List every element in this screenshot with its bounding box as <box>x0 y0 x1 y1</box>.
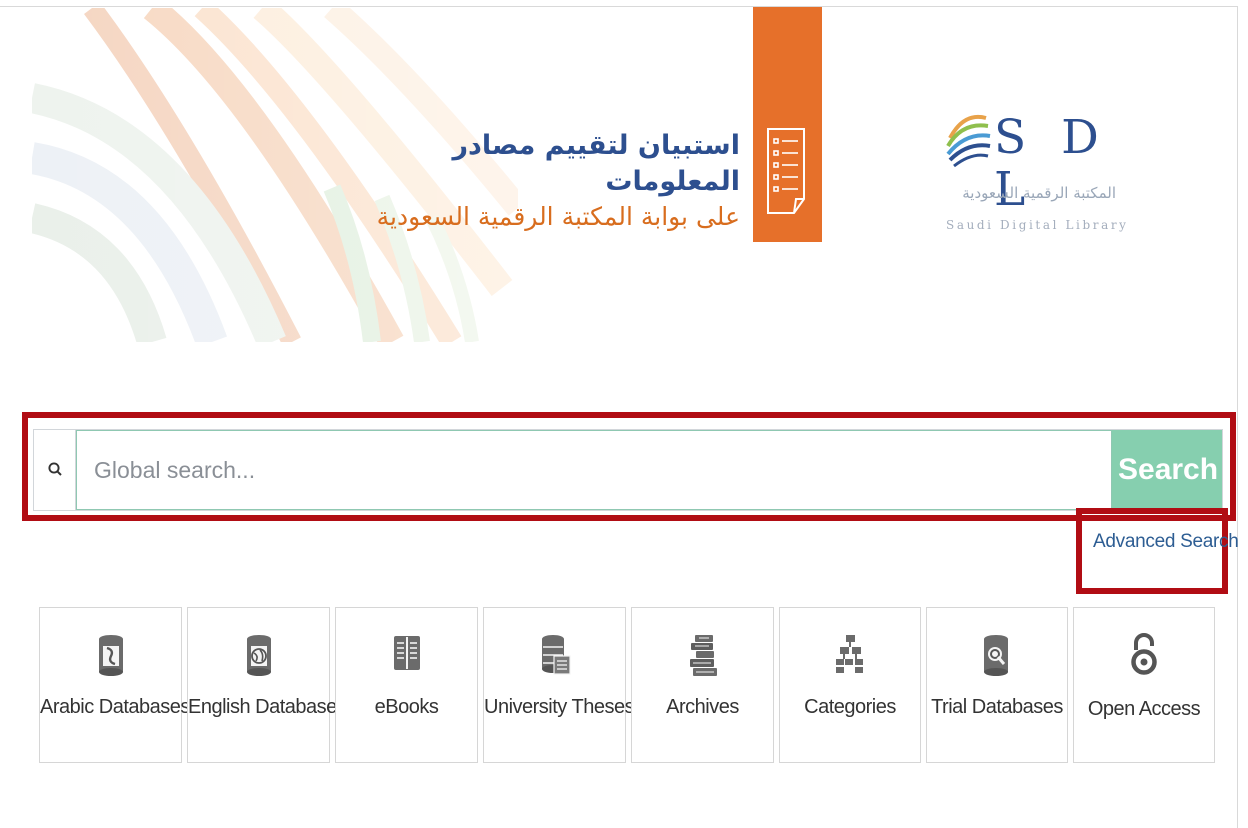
tile-categories[interactable]: Categories <box>779 607 921 763</box>
sdl-logo: S D L المكتبة الرقمية السعودية Saudi Dig… <box>944 108 1134 238</box>
tile-label: Archives <box>666 696 739 718</box>
sitemap-icon <box>834 634 866 679</box>
tile-label: Open Access <box>1087 698 1201 720</box>
tile-open-access[interactable]: Open Access <box>1073 607 1215 763</box>
database-globe-icon <box>245 634 273 681</box>
tile-label: eBooks <box>374 696 439 718</box>
survey-title-line1: استبيان لتقييم مصادر المعلومات <box>452 130 740 197</box>
tile-arabic-databases[interactable]: Arabic Databases <box>39 607 190 763</box>
server-stack-icon <box>539 634 571 681</box>
sdl-logo-arabic-name: المكتبة الرقمية السعودية <box>962 184 1116 202</box>
search-highlight-box <box>22 412 1236 521</box>
sdl-emblem-icon <box>944 108 992 175</box>
tile-english-databases[interactable]: English Databases <box>187 607 347 763</box>
tile-label: English Databases <box>188 696 347 718</box>
tile-label: University Theses <box>484 696 635 718</box>
open-access-icon <box>1129 632 1159 681</box>
survey-title: استبيان لتقييم مصادر المعلومات على بوابة… <box>340 128 740 234</box>
archive-books-icon <box>687 634 719 683</box>
tile-label: Trial Databases <box>931 696 1063 718</box>
tile-trial-databases[interactable]: Trial Databases <box>926 607 1068 763</box>
tile-label: Categories <box>804 696 896 718</box>
survey-card <box>753 7 822 242</box>
survey-title-line2: على بوابة المكتبة الرقمية السعودية <box>376 202 740 231</box>
sdl-logo-english-name: Saudi Digital Library <box>946 218 1129 232</box>
survey-form-icon <box>764 125 812 222</box>
tile-archives[interactable]: Archives <box>631 607 774 763</box>
tile-label: Arabic Databases <box>40 696 190 718</box>
book-icon <box>392 634 422 677</box>
advanced-search-link[interactable]: Advanced Search <box>1093 531 1239 553</box>
database-search-icon <box>982 634 1012 681</box>
tile-ebooks[interactable]: eBooks <box>335 607 478 763</box>
tile-university-theses[interactable]: University Theses <box>483 607 635 763</box>
database-arabic-icon <box>97 634 125 681</box>
